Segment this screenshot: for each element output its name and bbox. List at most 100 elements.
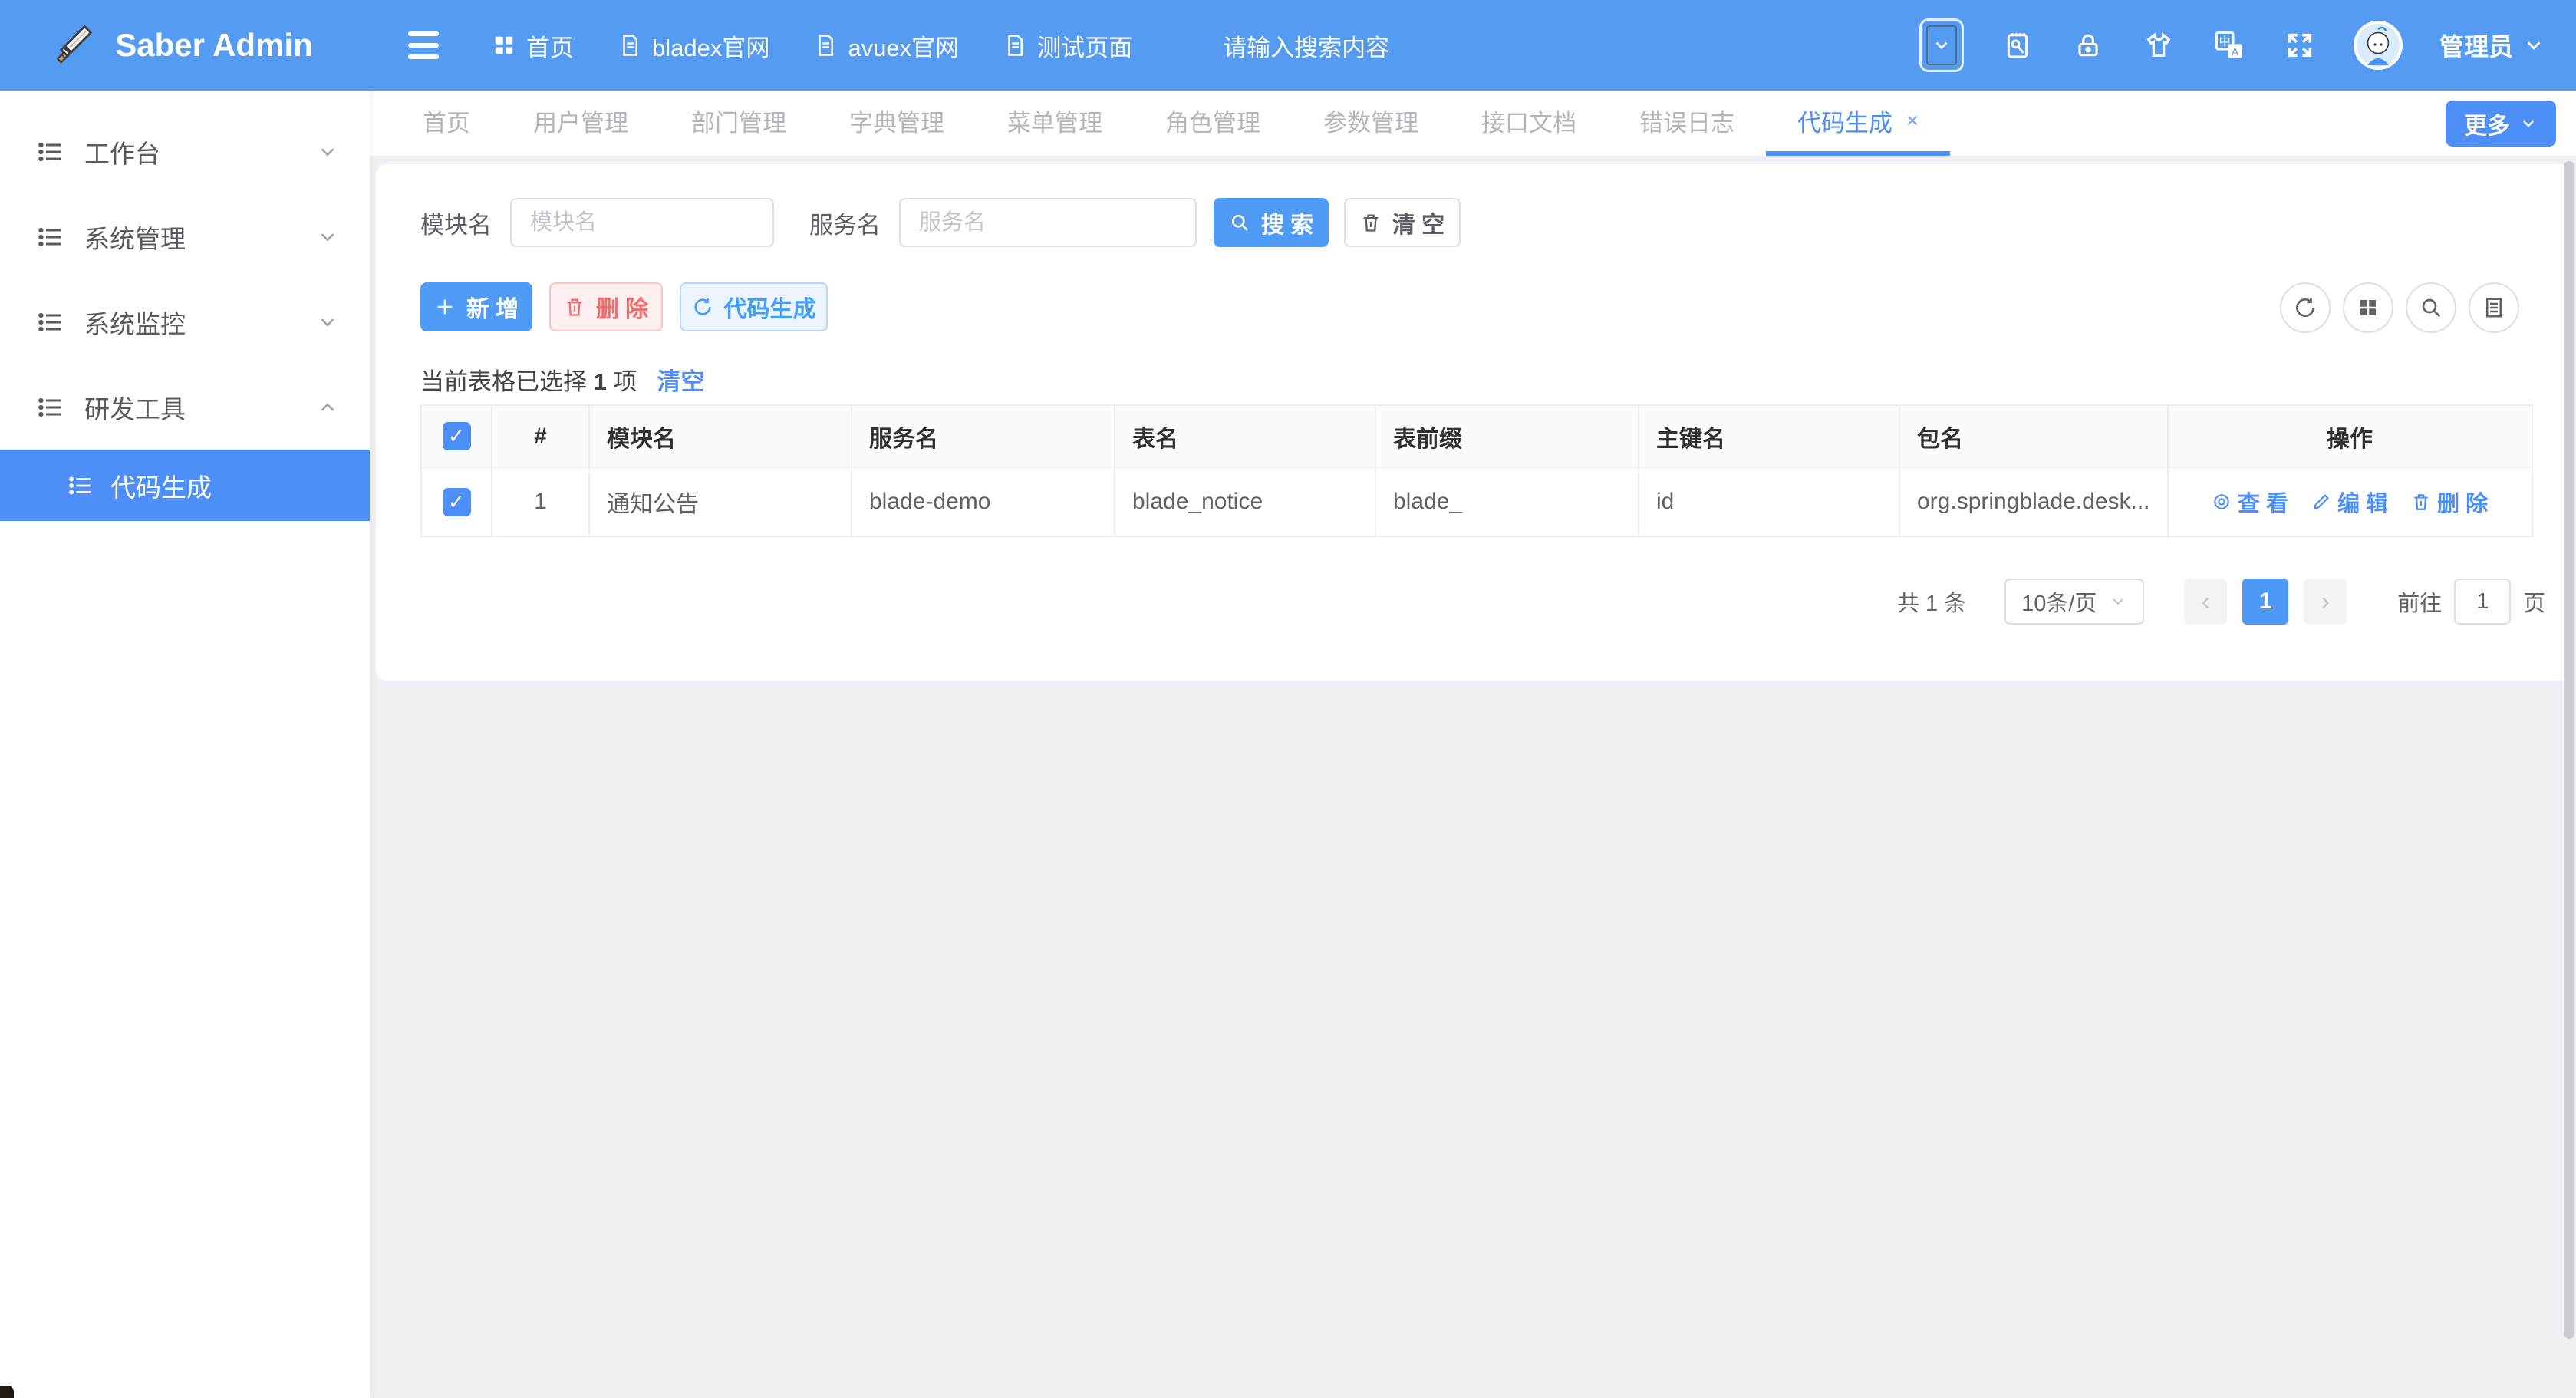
- service-name-label: 服务名: [809, 206, 881, 240]
- row-checkbox[interactable]: ✓: [443, 488, 471, 516]
- column-header-prefix: 表前缀: [1375, 405, 1639, 467]
- topnav-item-avuex[interactable]: avuex官网: [814, 28, 959, 63]
- tab-role-management[interactable]: 角色管理: [1134, 91, 1292, 156]
- code-generate-button[interactable]: 代码生成: [680, 282, 828, 331]
- svg-text:A: A: [2232, 46, 2239, 58]
- document-icon: [1003, 34, 1026, 57]
- tab-param-management[interactable]: 参数管理: [1292, 91, 1450, 156]
- sidebar-item-label: 工作台: [84, 134, 316, 170]
- column-header-package: 包名: [1899, 405, 2168, 467]
- trash-icon: [1360, 212, 1382, 233]
- total-count-label: 共 1 条: [1897, 585, 1966, 618]
- sidebar: 工作台 系统管理 系统监控: [0, 91, 370, 1398]
- goto-page-input[interactable]: [2454, 579, 2511, 625]
- user-menu[interactable]: 管理员: [2439, 28, 2545, 63]
- cell-prefix: blade_: [1375, 467, 1639, 536]
- close-icon[interactable]: ×: [1906, 109, 1919, 133]
- app-logo[interactable]: Saber Admin: [0, 0, 370, 91]
- tab-dept-management[interactable]: 部门管理: [660, 91, 818, 156]
- sidebar-item-workbench[interactable]: 工作台: [0, 109, 370, 194]
- fullscreen-icon[interactable]: [2283, 28, 2317, 62]
- content-card: 模块名 服务名 搜 索 清 空: [376, 164, 2573, 681]
- document-icon: [814, 34, 837, 57]
- column-header-service: 服务名: [852, 405, 1115, 467]
- tab-code-generation[interactable]: 代码生成 ×: [1766, 91, 1950, 156]
- menu-collapse-icon[interactable]: [408, 31, 439, 59]
- table-settings-group: [2280, 282, 2519, 333]
- goto-label: 前往: [2397, 585, 2442, 618]
- refresh-icon[interactable]: [2280, 282, 2331, 333]
- global-search-input[interactable]: 请输入搜索内容: [1223, 28, 1389, 63]
- document-icon[interactable]: [2469, 282, 2519, 333]
- chevron-down-icon: [316, 311, 339, 334]
- edit-link[interactable]: 编 辑: [2311, 486, 2388, 518]
- module-name-label: 模块名: [420, 206, 492, 240]
- sidebar-item-dev-tools[interactable]: 研发工具: [0, 364, 370, 450]
- module-name-input[interactable]: [510, 198, 774, 247]
- chevron-down-icon: [2109, 592, 2127, 611]
- list-icon: [37, 308, 64, 336]
- chevron-right-icon: ›: [2321, 587, 2330, 617]
- column-header-pk: 主键名: [1639, 405, 1899, 467]
- username-label: 管理员: [2439, 28, 2513, 63]
- select-all-checkbox[interactable]: ✓: [443, 422, 471, 450]
- topnav-item-bladex[interactable]: bladex官网: [618, 28, 769, 63]
- current-page-button[interactable]: 1: [2242, 579, 2288, 625]
- cell-index: 1: [492, 467, 589, 536]
- list-icon: [37, 394, 64, 421]
- dropdown-box-icon[interactable]: [1919, 18, 1964, 72]
- page-size-select[interactable]: 10条/页: [2004, 579, 2144, 625]
- column-header-actions: 操作: [2168, 405, 2532, 467]
- clear-selection-link[interactable]: 清空: [657, 362, 705, 397]
- page-unit-label: 页: [2523, 585, 2545, 618]
- delete-link[interactable]: 删 除: [2411, 486, 2488, 518]
- chevron-up-icon: [316, 396, 339, 419]
- selection-text: 当前表格已选择 1 项: [420, 362, 637, 397]
- chevron-left-icon: ‹: [2202, 587, 2210, 617]
- plus-icon: [434, 296, 456, 318]
- theme-shirt-icon[interactable]: [2142, 28, 2176, 62]
- sidebar-item-system-management[interactable]: 系统管理: [0, 194, 370, 279]
- grid-icon: [492, 34, 516, 57]
- chevron-down-icon: [316, 226, 339, 249]
- search-icon[interactable]: [2406, 282, 2456, 333]
- delete-button[interactable]: 删 除: [549, 282, 663, 331]
- view-link[interactable]: 查 看: [2212, 486, 2288, 518]
- chevron-down-icon: [316, 140, 339, 163]
- more-tabs-button[interactable]: 更多: [2446, 101, 2556, 147]
- filter-form: 模块名 服务名 搜 索 清 空: [420, 198, 1461, 247]
- tab-api-docs[interactable]: 接口文档: [1450, 91, 1608, 156]
- service-name-input[interactable]: [899, 198, 1197, 247]
- debug-tool-icon[interactable]: [2001, 28, 2034, 62]
- topnav-item-test[interactable]: 测试页面: [1003, 28, 1132, 63]
- tab-menu-management[interactable]: 菜单管理: [976, 91, 1134, 156]
- tab-error-log[interactable]: 错误日志: [1608, 91, 1766, 156]
- sidebar-item-system-monitor[interactable]: 系统监控: [0, 279, 370, 364]
- search-button[interactable]: 搜 索: [1214, 198, 1329, 247]
- tabbar: 首页 用户管理 部门管理 字典管理 菜单管理 角色管理 参数管理 接口文档 错误…: [370, 91, 2576, 156]
- translate-icon[interactable]: 中 A: [2212, 28, 2246, 62]
- topnav-label: bladex官网: [652, 28, 769, 63]
- next-page-button[interactable]: ›: [2304, 579, 2347, 625]
- pagination: 共 1 条 10条/页 ‹ 1 › 前往 页: [1897, 579, 2545, 625]
- tab-user-management[interactable]: 用户管理: [502, 91, 660, 156]
- clear-filters-button[interactable]: 清 空: [1344, 198, 1461, 247]
- lock-icon[interactable]: [2071, 28, 2105, 62]
- header-right-controls: 中 A 管理员: [1919, 18, 2545, 72]
- prev-page-button[interactable]: ‹: [2184, 579, 2227, 625]
- scrollbar[interactable]: [2564, 161, 2574, 1339]
- selection-count: 1: [594, 368, 607, 395]
- grid-icon[interactable]: [2343, 282, 2393, 333]
- tab-home[interactable]: 首页: [391, 91, 502, 156]
- avatar[interactable]: [2354, 21, 2403, 70]
- sidebar-item-code-generation[interactable]: 代码生成: [0, 450, 370, 521]
- table-row[interactable]: ✓ 1 通知公告 blade-demo blade_notice blade_ …: [421, 467, 2532, 536]
- tab-dict-management[interactable]: 字典管理: [818, 91, 976, 156]
- add-button[interactable]: 新 增: [420, 282, 532, 331]
- topnav-item-home[interactable]: 首页: [492, 28, 574, 63]
- chevron-down-icon: [2522, 34, 2545, 57]
- app-title: Saber Admin: [115, 27, 313, 64]
- trash-icon: [564, 296, 585, 318]
- refresh-icon: [692, 296, 713, 318]
- cell-service: blade-demo: [852, 467, 1115, 536]
